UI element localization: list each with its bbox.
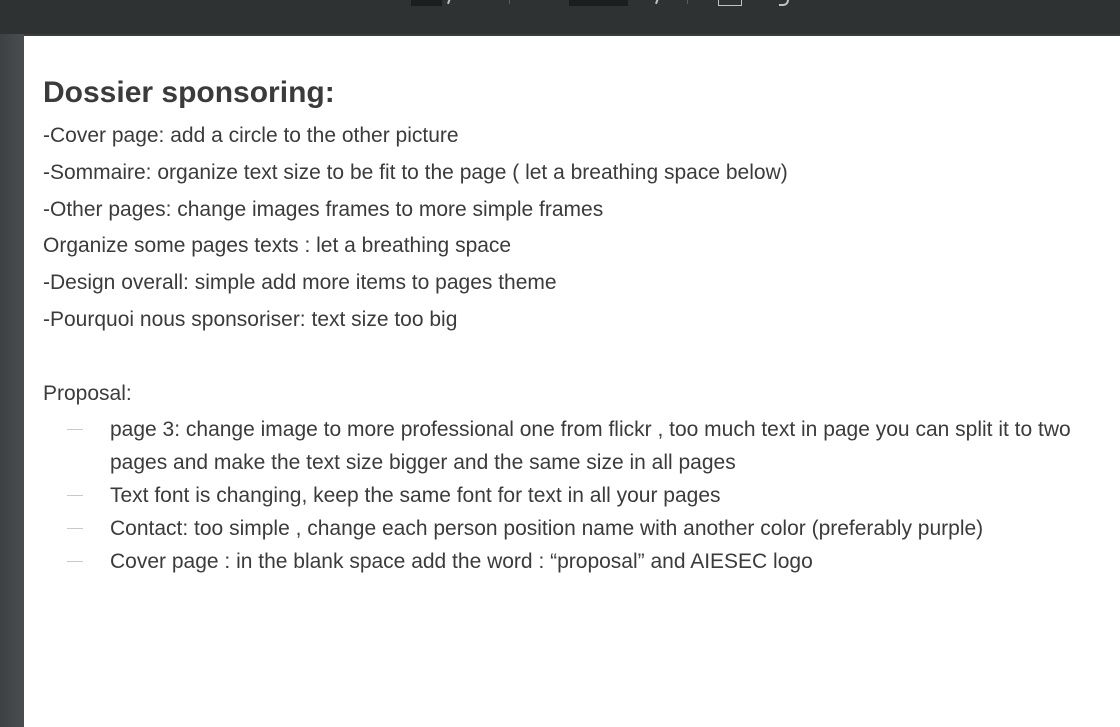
note-line: -Pourquoi nous sponsoriser: text size to…: [43, 307, 458, 331]
note-line: -Design overall: simple add more items t…: [43, 271, 557, 295]
proposal-list: page 3: change image to more professiona…: [43, 413, 1083, 578]
list-item-text: page 3: change image to more professiona…: [110, 417, 1071, 474]
proposal-label: Proposal:: [43, 381, 132, 405]
note-line: Organize some pages texts : let a breath…: [43, 234, 512, 258]
list-item: Text font is changing, keep the same fon…: [43, 479, 1083, 512]
list-item: Cover page : in the blank space add the …: [43, 545, 1083, 578]
toolbar: [0, 0, 1120, 34]
list-item: page 3: change image to more professiona…: [43, 413, 1083, 479]
list-item: Contact: too simple , change each person…: [43, 512, 1083, 545]
list-item-text: Text font is changing, keep the same fon…: [110, 483, 721, 507]
left-gutter: [0, 34, 24, 727]
dash-bullet-icon: [67, 428, 83, 431]
toolbar-italic-icon[interactable]: [447, 0, 451, 5]
note-line: -Cover page: add a circle to the other p…: [43, 124, 459, 147]
list-item-text: Cover page : in the blank space add the …: [110, 549, 813, 573]
toolbar-undo-icon[interactable]: [779, 0, 789, 6]
dash-bullet-icon: [67, 494, 83, 497]
toolbar-media-icon[interactable]: [718, 0, 742, 6]
toolbar-separator: [687, 0, 688, 4]
note-line: -Sommaire: organize text size to be fit …: [43, 160, 788, 184]
note-line: -Other pages: change images frames to mo…: [43, 197, 604, 221]
dash-bullet-icon: [67, 527, 83, 530]
toolbar-separator: [509, 0, 510, 4]
list-item-text: Contact: too simple , change each person…: [110, 516, 984, 540]
dash-bullet-icon: [67, 560, 83, 563]
toolbar-link-icon[interactable]: [655, 0, 659, 5]
toolbar-format-button[interactable]: [569, 0, 628, 6]
note-title: Dossier sponsoring:: [43, 76, 335, 109]
note-content[interactable]: Dossier sponsoring: -Cover page: add a c…: [43, 74, 1083, 578]
toolbar-text-style-button[interactable]: [411, 0, 442, 6]
